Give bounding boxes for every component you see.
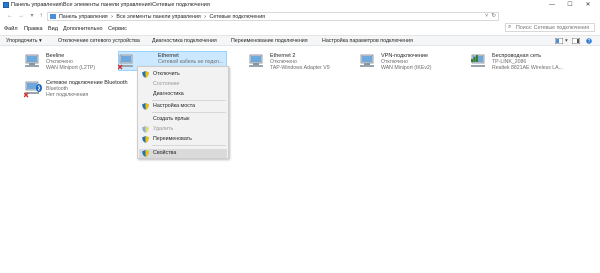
rename-connection-button[interactable]: Переименование подключения (231, 38, 308, 44)
menu-item-properties[interactable]: Свойства (153, 150, 176, 156)
context-menu: Отключить Состояние Диагностика Настройк… (137, 66, 229, 159)
menu-item-rename[interactable]: Переименовать (153, 136, 192, 142)
breadcrumb-separator: › (111, 14, 113, 20)
disable-device-button[interactable]: Отключение сетевого устройства (58, 38, 140, 44)
network-adapter-icon (25, 54, 39, 67)
menu-item-disable[interactable]: Отключить (153, 71, 180, 77)
menu-item-status[interactable]: Состояние (153, 81, 179, 87)
shield-icon (142, 71, 149, 78)
shield-icon (142, 150, 149, 157)
menu-service[interactable]: Сервис (108, 26, 127, 32)
wireless-adapter-icon (471, 54, 485, 67)
connection-device: Realtek 8821AE Wireless LA... (492, 65, 563, 71)
connection-device: WAN Miniport (IKEv2) (381, 65, 432, 71)
forward-button[interactable]: → (17, 12, 25, 21)
back-button[interactable]: ← (6, 12, 14, 21)
navigation-bar: ← → ▾ ↑ Панель управления › Все элементы… (0, 11, 600, 32)
maximize-button[interactable]: ☐ (563, 1, 577, 10)
connection-device: TAP-Windows Adapter V9 (270, 65, 330, 71)
control-panel-icon (50, 14, 56, 19)
command-toolbar: Упорядочить ▾ Отключение сетевого устрой… (0, 35, 600, 46)
chevron-down-icon[interactable]: ˅ (485, 13, 488, 19)
help-icon[interactable]: ? (585, 38, 593, 44)
network-adapter-icon (360, 54, 374, 67)
menu-separator (152, 100, 226, 101)
view-dropdown-icon[interactable]: ▾ (565, 38, 568, 44)
breadcrumb-all-items[interactable]: Все элементы панели управления (116, 14, 200, 20)
network-adapter-icon (249, 54, 263, 67)
window-title: Панель управления\Все элементы панели уп… (11, 2, 210, 8)
breadcrumb-network-connections[interactable]: Сетевые подключения (210, 14, 266, 20)
svg-text:?: ? (588, 39, 591, 44)
recent-locations-button[interactable]: ▾ (28, 12, 36, 21)
menu-edit[interactable]: Правка (24, 26, 43, 32)
connection-device: WAN Miniport (L2TP) (46, 65, 96, 71)
menu-separator (152, 145, 226, 146)
minimize-button[interactable]: — (545, 1, 559, 10)
menu-item-bridge[interactable]: Настройка моста (153, 103, 195, 109)
preview-pane-icon[interactable] (572, 38, 580, 44)
menu-view[interactable]: Вид (48, 26, 58, 32)
bluetooth-adapter-icon (24, 81, 42, 98)
breadcrumb: Панель управления › Все элементы панели … (59, 14, 267, 20)
diagnose-connection-button[interactable]: Диагностика подключения (152, 38, 217, 44)
menu-item-diagnose[interactable]: Диагностика (153, 91, 184, 97)
control-panel-icon (3, 2, 9, 8)
network-adapter-icon (118, 54, 133, 70)
connection-status: Сетевой кабель не подкл... (158, 59, 224, 65)
menu-advanced[interactable]: Дополнительно (63, 26, 103, 32)
view-options-icon[interactable] (555, 38, 563, 44)
connection-settings-button[interactable]: Настройка параметров подключения (322, 38, 413, 44)
close-button[interactable]: ✕ (581, 1, 595, 10)
address-bar[interactable]: Панель управления › Все элементы панели … (47, 12, 499, 21)
connection-status: Нет подключения (46, 92, 89, 98)
shield-icon (142, 103, 149, 110)
up-button[interactable]: ↑ (37, 12, 45, 21)
shield-icon (142, 126, 149, 133)
menu-item-create-shortcut[interactable]: Создать ярлык (153, 116, 189, 122)
organize-button[interactable]: Упорядочить ▾ (6, 38, 42, 44)
menu-bar: Файл Правка Вид Дополнительно Сервис (0, 24, 600, 34)
shield-icon (142, 136, 149, 143)
breadcrumb-separator: › (204, 14, 207, 20)
menu-item-delete[interactable]: Удалить (153, 126, 173, 132)
menu-separator (152, 112, 226, 113)
breadcrumb-control-panel[interactable]: Панель управления (59, 14, 108, 20)
title-bar: Панель управления\Все элементы панели уп… (0, 0, 600, 11)
refresh-button[interactable]: ↻ (491, 13, 496, 19)
menu-file[interactable]: Файл (4, 26, 18, 32)
